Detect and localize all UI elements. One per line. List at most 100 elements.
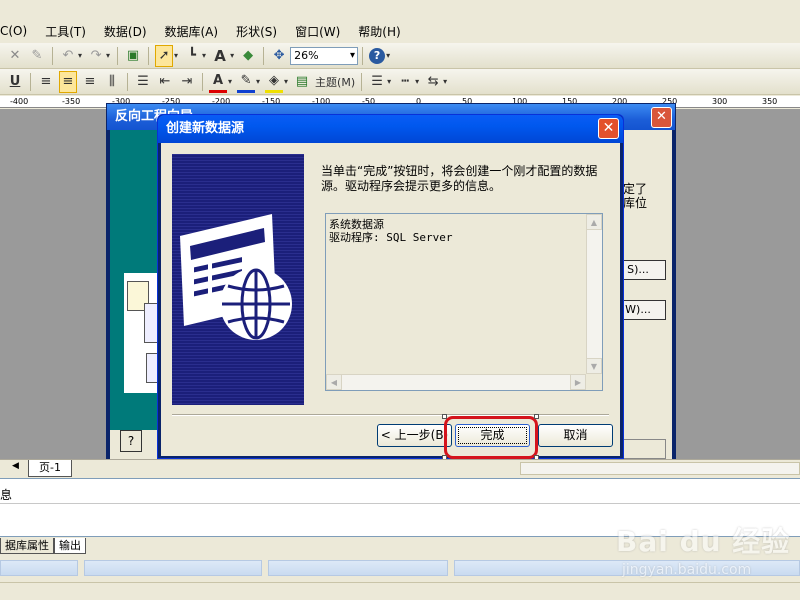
- wizard-side-panel: [110, 130, 162, 430]
- redo-dropdown-icon[interactable]: ▾: [106, 51, 110, 60]
- ruler-tick: 350: [762, 97, 778, 106]
- status-strip: [0, 582, 800, 600]
- prev-page-icon[interactable]: ◀: [12, 461, 19, 471]
- vertical-scrollbar[interactable]: ▲ ▼: [586, 214, 602, 374]
- ruler-tick: -400: [10, 97, 29, 106]
- ruler-tick: -350: [62, 97, 81, 106]
- stamp-icon[interactable]: ◆: [239, 45, 257, 67]
- format-toolbar: U ≡ ≡ ≡ ⫼ ☰ ⇤ ⇥ A ▾ ✎ ▾ ◈ ▾ ▤ 主题(M) ☰ ▾ ┅ ▾ ⇆…: [0, 69, 800, 95]
- output-divider: [0, 503, 800, 504]
- menu-shape[interactable]: 形状(S): [227, 23, 286, 40]
- menu-item-0[interactable]: C(O): [0, 24, 36, 38]
- baidu-watermark: Bai du 经验 jingyan.baidu.com: [616, 512, 800, 584]
- ruler-tick: 300: [712, 97, 728, 106]
- dialog-description: 当单击“完成”按钮时，将会创建一个刚才配置的数据源。驱动程序会提示更多的信息。: [321, 164, 598, 193]
- line-weight-icon[interactable]: ☰: [368, 71, 386, 93]
- output-text: 息: [0, 488, 13, 502]
- scroll-down-icon[interactable]: ▼: [586, 358, 602, 374]
- theme-button[interactable]: 主题(M): [315, 71, 355, 93]
- dialog-separator: [172, 414, 609, 416]
- undo-dropdown-icon[interactable]: ▾: [78, 51, 82, 60]
- standard-toolbar: ✕ ✎ ↶▾ ↷▾ ▣ ➚▾ ┗▾ A▾ ◆ ✥ 26% ? ▾: [0, 43, 800, 69]
- scroll-left-icon[interactable]: ◀: [326, 374, 342, 390]
- font-color-dropdown-icon[interactable]: ▾: [228, 77, 232, 86]
- increase-indent-icon[interactable]: ⇥: [178, 71, 196, 93]
- menu-database[interactable]: 数据库(A): [156, 23, 228, 40]
- data-source-summary-box[interactable]: 系统数据源 驱动程序: SQL Server ▲ ▼ ◀ ▶: [325, 213, 603, 391]
- text-dropdown-icon[interactable]: ▾: [230, 51, 234, 60]
- line-ends-icon[interactable]: ⇆: [424, 71, 442, 93]
- text-tool-icon[interactable]: A: [211, 45, 229, 67]
- horizontal-scroll-track[interactable]: [520, 462, 800, 475]
- scroll-right-icon[interactable]: ▶: [570, 374, 586, 390]
- pointer-tool-icon[interactable]: ➚: [155, 44, 174, 67]
- align-right-icon[interactable]: ≡: [81, 71, 99, 93]
- undo-icon[interactable]: ↶: [59, 45, 77, 67]
- fill-color-icon[interactable]: ◈: [265, 71, 284, 93]
- status-cell: [0, 560, 78, 576]
- toolbar-separator: [362, 46, 364, 65]
- fill-color-dropdown-icon[interactable]: ▾: [284, 77, 288, 86]
- tab-page-1[interactable]: 页-1: [28, 460, 72, 477]
- redo-icon[interactable]: ↷: [87, 45, 105, 67]
- menu-tools[interactable]: 工具(T): [36, 23, 95, 40]
- create-data-source-dialog: 创建新数据源 ✕ 当单击“完成”按钮时，将会创建一个刚才配置的数据源。驱动程序会…: [157, 114, 624, 459]
- zoom-combo[interactable]: 26%: [290, 46, 359, 65]
- line-weight-dropdown-icon[interactable]: ▾: [387, 77, 391, 86]
- back-dialog-close-icon[interactable]: ✕: [651, 107, 672, 128]
- back-side-text-2: 库位: [623, 196, 648, 210]
- toolbar-separator: [127, 72, 128, 91]
- summary-line-driver: 驱动程序: SQL Server: [329, 231, 453, 244]
- pan-zoom-icon[interactable]: ✥: [270, 45, 288, 67]
- watermark-logo-text: Bai du 经验: [616, 525, 791, 558]
- line-color-dropdown-icon[interactable]: ▾: [256, 77, 260, 86]
- cancel-button[interactable]: 取消: [538, 424, 613, 447]
- font-color-icon[interactable]: A: [209, 71, 227, 93]
- menu-bar: C(O) 工具(T) 数据(D) 数据库(A) 形状(S) 窗口(W) 帮助(H…: [0, 20, 800, 42]
- line-pattern-icon[interactable]: ┅: [396, 71, 414, 93]
- title-strip: [0, 0, 800, 20]
- page-tab-bar: ◀ 页-1: [0, 459, 800, 477]
- help-button[interactable]: ?: [120, 430, 142, 452]
- format-painter-icon[interactable]: ✎: [28, 45, 46, 67]
- tab-output[interactable]: 输出: [54, 538, 86, 554]
- toolbar-options-icon[interactable]: ▾: [386, 51, 390, 60]
- horizontal-scrollbar[interactable]: ◀ ▶: [326, 374, 586, 390]
- status-cell: [84, 560, 262, 576]
- wizard-image: [172, 154, 304, 405]
- close-icon[interactable]: ✕: [598, 118, 619, 139]
- menu-help[interactable]: 帮助(H): [349, 23, 409, 40]
- theme-icon[interactable]: ▤: [293, 71, 311, 93]
- selection-handle: [442, 414, 447, 419]
- selection-handle: [534, 414, 539, 419]
- dialog-body: 当单击“完成”按钮时，将会创建一个刚才配置的数据源。驱动程序会提示更多的信息。 …: [161, 143, 620, 456]
- status-cell: [268, 560, 448, 576]
- delete-icon[interactable]: ✕: [6, 45, 24, 67]
- line-color-icon[interactable]: ✎: [237, 71, 256, 93]
- help-icon[interactable]: ?: [369, 47, 386, 64]
- shapes-icon[interactable]: ▣: [124, 45, 142, 67]
- line-ends-dropdown-icon[interactable]: ▾: [443, 77, 447, 86]
- scroll-up-icon[interactable]: ▲: [586, 214, 602, 230]
- connector-tool-icon[interactable]: ┗: [183, 45, 201, 67]
- menu-window[interactable]: 窗口(W): [286, 23, 349, 40]
- align-center-icon[interactable]: ≡: [59, 70, 77, 93]
- dialog-title: 创建新数据源: [158, 115, 623, 143]
- decrease-indent-icon[interactable]: ⇤: [156, 71, 174, 93]
- pointer-dropdown-icon[interactable]: ▾: [174, 51, 178, 60]
- data-sheet-globe-icon: [180, 214, 292, 340]
- align-justify-icon[interactable]: ⫼: [103, 71, 121, 93]
- bullets-icon[interactable]: ☰: [134, 71, 152, 93]
- back-button[interactable]: < 上一步(B): [377, 424, 452, 447]
- connector-dropdown-icon[interactable]: ▾: [202, 51, 206, 60]
- toolbar-separator: [30, 72, 31, 91]
- underline-button[interactable]: U: [6, 71, 24, 93]
- line-pattern-dropdown-icon[interactable]: ▾: [415, 77, 419, 86]
- menu-data[interactable]: 数据(D): [95, 23, 156, 40]
- align-left-icon[interactable]: ≡: [37, 71, 55, 93]
- toolbar-separator: [148, 46, 150, 65]
- watermark-url: jingyan.baidu.com: [622, 562, 752, 578]
- toolbar-separator: [361, 72, 363, 91]
- tab-database-properties[interactable]: 据库属性: [0, 538, 54, 554]
- toolbar-separator: [52, 46, 53, 65]
